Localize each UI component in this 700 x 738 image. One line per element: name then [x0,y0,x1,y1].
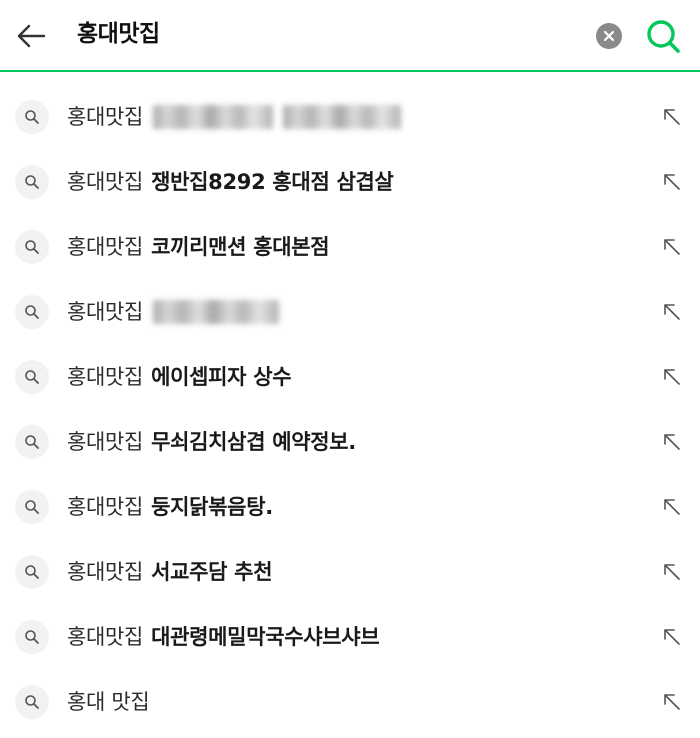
arrow-up-left-icon [664,629,680,645]
suggestion-keyword: 홍대맛집 [67,235,144,259]
suggestion-item[interactable]: 홍대맛집 [0,279,700,344]
fill-query-button[interactable] [661,301,683,323]
redacted-text [153,105,274,129]
suggestion-text: 홍대맛집 [67,295,280,329]
suggestion-keyword: 홍대맛집 [67,365,144,389]
fill-query-button[interactable] [661,106,683,128]
suggestion-keyword: 홍대맛집 [67,430,144,454]
suggestion-text: 홍대맛집 에이셉피자 상수 [67,360,292,394]
suggestion-item[interactable]: 홍대맛집 무쇠김치삼겹 예약정보. [0,409,700,474]
suggestion-item[interactable]: 홍대맛집 [0,84,700,149]
suggestion-text: 홍대맛집 대관령메밀막국수샤브샤브 [67,620,380,654]
suggestion-keyword: 홍대맛집 [67,495,144,519]
suggestion-list: 홍대맛집 홍대맛집 쟁반집8292 홍대점 삼겹살 홍대맛집 코끼리맨션 홍대본… [0,84,700,734]
search-icon [15,360,49,394]
fill-query-button[interactable] [661,691,683,713]
arrow-up-left-icon [664,694,680,710]
suggestion-text: 홍대맛집 무쇠김치삼겹 예약정보. [67,425,356,459]
suggestion-completion: 에이셉피자 상수 [151,365,292,389]
suggestion-completion: 무쇠김치삼겹 예약정보. [151,430,356,454]
suggestion-item[interactable]: 홍대맛집 둥지닭볶음탕. [0,474,700,539]
search-bar: 홍대맛집 [0,0,700,72]
search-icon [15,165,49,199]
suggestion-text: 홍대 맛집 [67,685,150,719]
fill-query-button[interactable] [661,236,683,258]
suggestion-completion: 서교주담 추천 [151,560,273,584]
redacted-text [153,300,280,324]
arrow-up-left-icon [664,239,680,255]
search-icon [15,100,49,134]
suggestion-keyword: 홍대맛집 [67,300,144,324]
close-icon [603,30,615,42]
arrow-up-left-icon [664,499,680,515]
fill-query-button[interactable] [661,561,683,583]
suggestion-item[interactable]: 홍대맛집 서교주담 추천 [0,539,700,604]
search-icon [15,620,49,654]
fill-query-button[interactable] [661,366,683,388]
suggestion-keyword: 홍대 맛집 [67,690,150,714]
arrow-up-left-icon [664,304,680,320]
suggestion-item[interactable]: 홍대맛집 코끼리맨션 홍대본점 [0,214,700,279]
suggestion-text: 홍대맛집 [67,100,402,134]
suggestion-item[interactable]: 홍대맛집 대관령메밀막국수샤브샤브 [0,604,700,669]
search-icon [15,555,49,589]
fill-query-button[interactable] [661,171,683,193]
suggestion-text: 홍대맛집 서교주담 추천 [67,555,273,589]
arrow-left-icon [17,24,46,48]
arrow-up-left-icon [664,109,680,125]
search-query-text[interactable]: 홍대맛집 [77,17,160,51]
suggestion-text: 홍대맛집 둥지닭볶음탕. [67,490,273,524]
suggestion-completion: 대관령메밀막국수샤브샤브 [151,625,380,649]
suggestion-completion: 둥지닭볶음탕. [151,495,273,519]
back-button[interactable] [14,20,48,52]
search-icon [15,425,49,459]
search-icon [647,20,680,53]
fill-query-button[interactable] [661,431,683,453]
search-icon [15,295,49,329]
search-icon [15,230,49,264]
search-icon [15,490,49,524]
search-icon [15,685,49,719]
search-button[interactable] [644,17,682,55]
suggestion-keyword: 홍대맛집 [67,170,144,194]
fill-query-button[interactable] [661,626,683,648]
suggestion-item[interactable]: 홍대 맛집 [0,669,700,734]
redacted-text [283,105,402,129]
arrow-up-left-icon [664,564,680,580]
arrow-up-left-icon [664,369,680,385]
suggestion-completion: 코끼리맨션 홍대본점 [151,235,330,259]
suggestion-item[interactable]: 홍대맛집 에이셉피자 상수 [0,344,700,409]
suggestion-keyword: 홍대맛집 [67,105,144,129]
fill-query-button[interactable] [661,496,683,518]
suggestion-item[interactable]: 홍대맛집 쟁반집8292 홍대점 삼겹살 [0,149,700,214]
arrow-up-left-icon [664,174,680,190]
suggestion-keyword: 홍대맛집 [67,560,144,584]
suggestion-keyword: 홍대맛집 [67,625,144,649]
suggestion-text: 홍대맛집 코끼리맨션 홍대본점 [67,230,330,264]
arrow-up-left-icon [664,434,680,450]
suggestion-text: 홍대맛집 쟁반집8292 홍대점 삼겹살 [67,165,394,199]
suggestion-completion: 쟁반집8292 홍대점 삼겹살 [151,170,394,194]
clear-button[interactable] [596,23,622,49]
